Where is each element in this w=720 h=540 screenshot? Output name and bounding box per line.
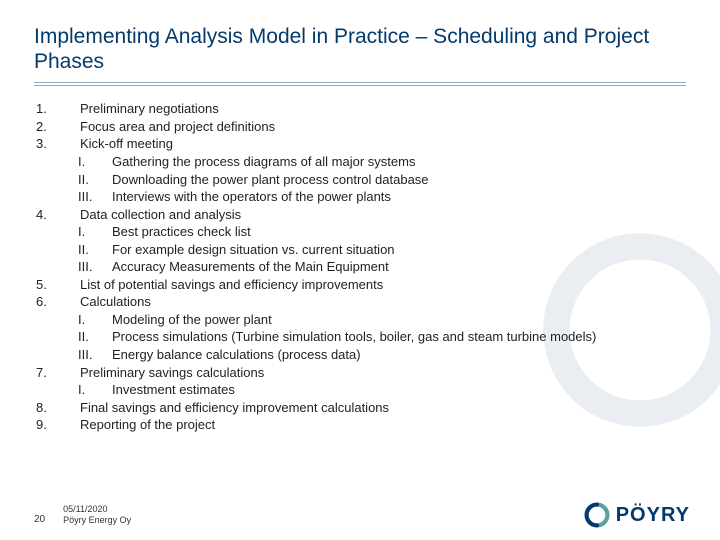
sub-item-text: Gathering the process diagrams of all ma… [112,153,686,171]
page-number: 20 [34,514,45,526]
sub-item-number: II. [78,328,112,346]
list-item: 3.Kick-off meeting [34,135,686,153]
sub-list-item: I.Investment estimates [34,381,686,399]
item-number: 4. [34,206,80,224]
sub-item-number: III. [78,188,112,206]
sub-list-item: I.Best practices check list [34,223,686,241]
sub-item-number: I. [78,223,112,241]
sub-item-number: III. [78,346,112,364]
item-number: 8. [34,399,80,417]
list-item: 9.Reporting of the project [34,416,686,434]
sub-item-text: Downloading the power plant process cont… [112,171,686,189]
item-text: Reporting of the project [80,416,686,434]
list-item: 7.Preliminary savings calculations [34,364,686,382]
list-item: 2.Focus area and project definitions [34,118,686,136]
outline-list: 1.Preliminary negotiations2.Focus area a… [34,100,686,433]
item-text: Preliminary savings calculations [80,364,686,382]
sub-item-text: Investment estimates [112,381,686,399]
sub-item-text: Accuracy Measurements of the Main Equipm… [112,258,686,276]
item-text: Final savings and efficiency improvement… [80,399,686,417]
brand-logo: PÖYRY [584,502,690,528]
sub-item-number: I. [78,311,112,329]
list-item: 4.Data collection and analysis [34,206,686,224]
list-item: 1.Preliminary negotiations [34,100,686,118]
sub-item-text: Interviews with the operators of the pow… [112,188,686,206]
sub-item-text: Modeling of the power plant [112,311,686,329]
item-text: Calculations [80,293,686,311]
item-number: 2. [34,118,80,136]
item-number: 6. [34,293,80,311]
item-number: 7. [34,364,80,382]
sub-list-item: I.Modeling of the power plant [34,311,686,329]
sub-item-number: III. [78,258,112,276]
sub-list-item: III.Interviews with the operators of the… [34,188,686,206]
sub-item-text: For example design situation vs. current… [112,241,686,259]
item-number: 9. [34,416,80,434]
sub-item-text: Process simulations (Turbine simulation … [112,328,686,346]
sub-item-number: II. [78,171,112,189]
divider [34,82,686,86]
footer: 20 05/11/2020 Pöyry Energy Oy [34,504,131,526]
page-title: Implementing Analysis Model in Practice … [34,24,686,74]
sub-item-text: Best practices check list [112,223,686,241]
list-item: 6.Calculations [34,293,686,311]
sub-item-number: I. [78,381,112,399]
item-text: List of potential savings and efficiency… [80,276,686,294]
sub-list-item: I.Gathering the process diagrams of all … [34,153,686,171]
sub-item-text: Energy balance calculations (process dat… [112,346,686,364]
slide: Implementing Analysis Model in Practice … [0,0,720,540]
item-text: Focus area and project definitions [80,118,686,136]
sub-list-item: III.Accuracy Measurements of the Main Eq… [34,258,686,276]
sub-item-number: I. [78,153,112,171]
list-item: 5.List of potential savings and efficien… [34,276,686,294]
item-text: Preliminary negotiations [80,100,686,118]
logo-ring-icon [584,502,610,528]
footer-company: Pöyry Energy Oy [63,515,131,526]
item-number: 3. [34,135,80,153]
sub-list-item: II.For example design situation vs. curr… [34,241,686,259]
item-text: Data collection and analysis [80,206,686,224]
item-number: 5. [34,276,80,294]
item-text: Kick-off meeting [80,135,686,153]
sub-list-item: III.Energy balance calculations (process… [34,346,686,364]
footer-date: 05/11/2020 [63,504,131,515]
sub-item-number: II. [78,241,112,259]
sub-list-item: II.Process simulations (Turbine simulati… [34,328,686,346]
sub-list-item: II.Downloading the power plant process c… [34,171,686,189]
logo-text: PÖYRY [616,504,690,527]
item-number: 1. [34,100,80,118]
list-item: 8.Final savings and efficiency improveme… [34,399,686,417]
